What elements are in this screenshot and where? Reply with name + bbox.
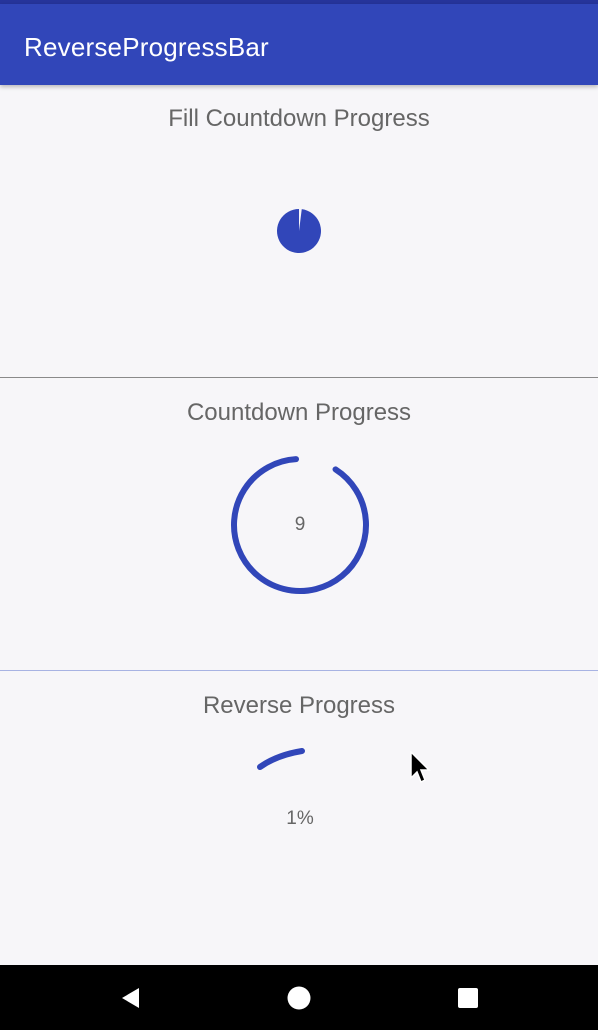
fill-countdown-title: Fill Countdown Progress — [168, 105, 430, 132]
recents-icon — [458, 988, 478, 1008]
countdown-title: Countdown Progress — [186, 399, 412, 426]
home-button[interactable] — [284, 983, 314, 1013]
fill-pie-slice — [277, 209, 321, 253]
reverse-progress-title: Reverse Progress — [202, 692, 396, 719]
countdown-section: Countdown Progress 9 — [0, 378, 598, 670]
navigation-bar — [0, 965, 598, 1030]
home-icon — [287, 986, 311, 1010]
recents-button[interactable] — [453, 983, 483, 1013]
app-title: ReverseProgressBar — [24, 32, 269, 62]
back-icon — [122, 988, 139, 1008]
cursor-icon — [410, 751, 431, 784]
reverse-progress-arc — [257, 748, 305, 770]
back-button[interactable] — [116, 983, 146, 1013]
reverse-progress-percent: 1% — [286, 808, 314, 829]
fill-countdown-section: Fill Countdown Progress — [0, 85, 598, 377]
app-bar: ReverseProgressBar — [0, 4, 598, 85]
reverse-progress-section: Reverse Progress 1% — [0, 671, 598, 965]
countdown-value: 9 — [294, 514, 306, 535]
fill-countdown-progress — [277, 209, 321, 253]
